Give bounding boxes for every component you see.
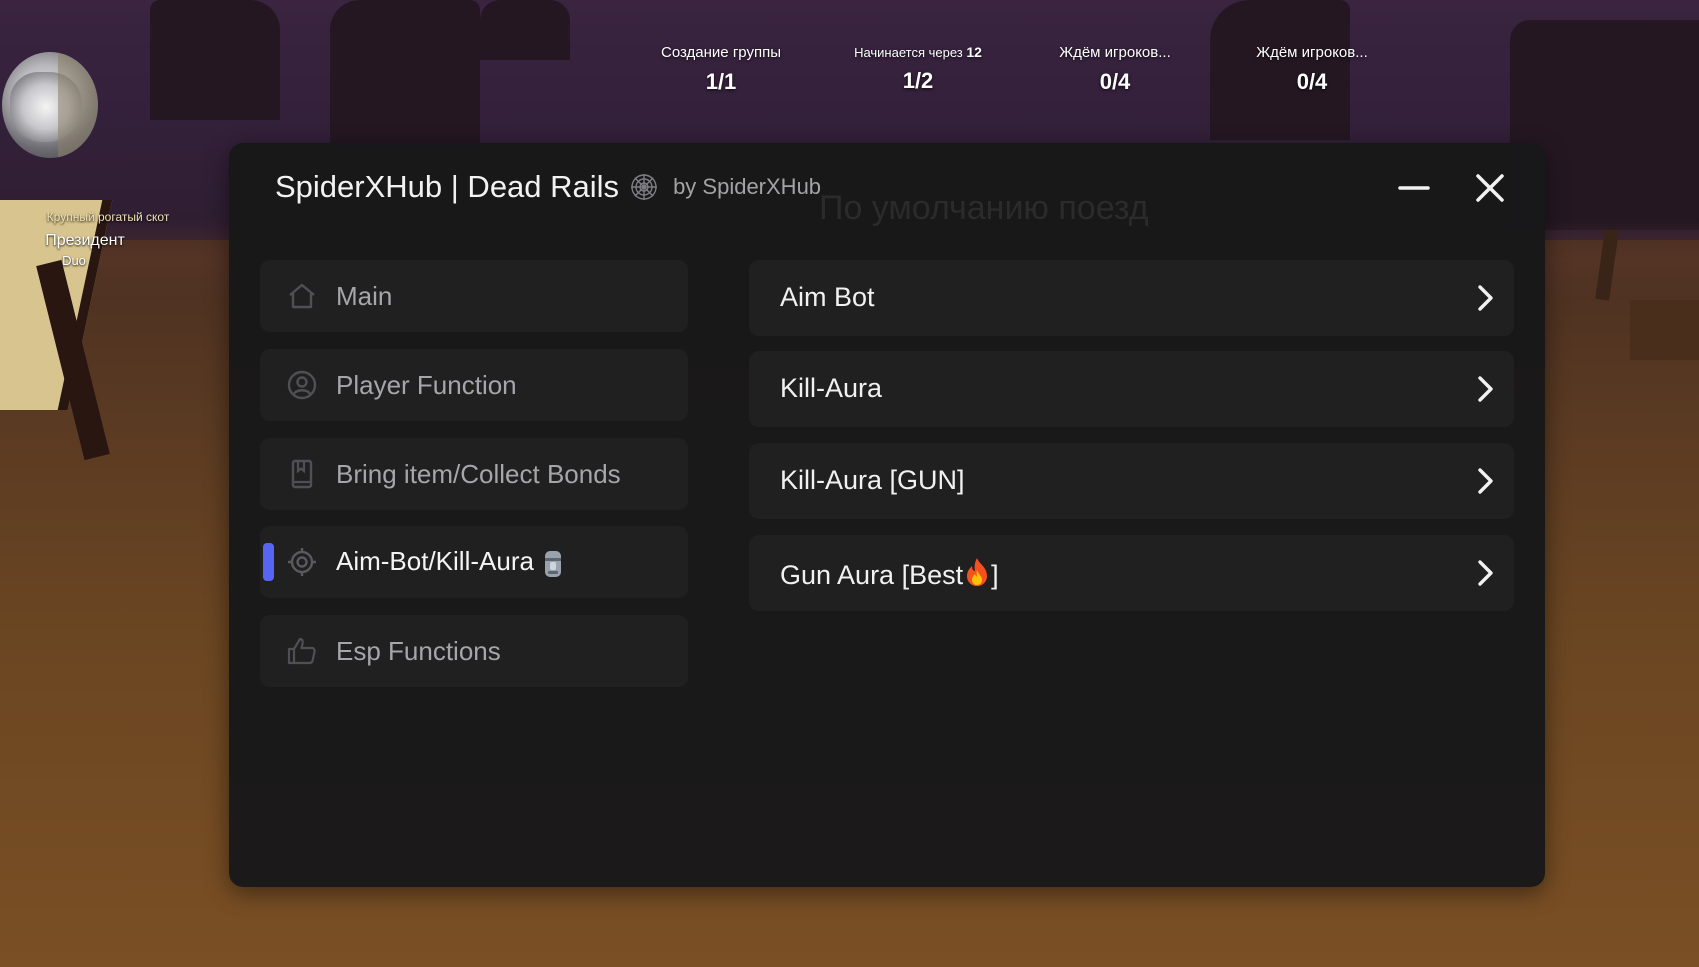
chevron-right-icon: [1478, 468, 1493, 494]
window-subtitle: by SpiderXHub: [673, 174, 822, 199]
sidebar-item-esp[interactable]: Esp Functions: [260, 615, 688, 687]
player-name: Президент: [45, 232, 125, 249]
queue-countdown: 12: [966, 44, 982, 60]
queue-count: 1/2: [902, 68, 934, 93]
rock-formation: [480, 0, 570, 60]
function-kill-aura[interactable]: Kill-Aura: [749, 351, 1514, 427]
fence-post: [1630, 300, 1699, 360]
chevron-right-icon: [1478, 560, 1493, 586]
function-label: Aim Bot: [780, 282, 875, 312]
sidebar-item-label-wrap: Aim-Bot/Kill-Aura: [336, 546, 564, 577]
sidebar-item-label: Aim-Bot/Kill-Aura: [336, 546, 534, 577]
home-icon: [289, 283, 315, 309]
window-title: SpiderXHub | Dead Rails: [275, 169, 620, 204]
title-bar: SpiderXHub | Dead Rails by SpiderXHub: [275, 165, 821, 209]
close-icon: [1476, 174, 1504, 202]
function-label-suffix: ]: [991, 560, 999, 590]
queue-label-text: Начинается через: [854, 45, 963, 60]
close-button[interactable]: [1469, 167, 1511, 209]
moai-icon: [544, 550, 561, 577]
queue-status: Начинается через 12 1/2: [828, 44, 1008, 94]
player-title: Крупный рогатый скот: [46, 210, 170, 224]
thumbs-up-icon: [287, 637, 316, 665]
function-aim-bot[interactable]: Aim Bot: [749, 260, 1514, 336]
sidebar-item-main[interactable]: Main: [260, 260, 688, 332]
queue-count: 0/4: [1099, 69, 1131, 94]
player-team: Duo: [62, 253, 86, 268]
minimize-icon: [1398, 186, 1430, 190]
sidebar-item-aim-bot[interactable]: Aim-Bot/Kill-Aura: [260, 526, 688, 598]
queue-status: Создание группы 1/1: [631, 44, 811, 95]
sidebar-item-label: Main: [336, 280, 393, 311]
rock-formation: [150, 0, 280, 120]
queue-label: Создание группы: [661, 44, 781, 61]
minimize-button[interactable]: [1393, 167, 1435, 209]
chevron-right-icon: [1478, 376, 1493, 402]
user-circle-icon: [287, 370, 317, 400]
hub-window: По умолчанию поезд SpiderXHub | Dead Rai…: [229, 143, 1545, 887]
sidebar-item-label: Player Function: [336, 369, 517, 400]
queue-label: Ждём игроков...: [1256, 44, 1368, 61]
queue-count: 0/4: [1296, 69, 1328, 94]
function-label: Gun Aura [Best: [780, 560, 964, 590]
fire-icon: [967, 558, 988, 586]
function-label: Kill-Aura: [780, 373, 883, 403]
target-icon: [288, 548, 316, 576]
queue-label: Начинается через 12: [828, 44, 1008, 60]
function-label-wrap: Gun Aura [Best ]: [780, 557, 999, 591]
function-gun-aura-best[interactable]: Gun Aura [Best ]: [749, 535, 1514, 611]
queue-status: Ждём игроков... 0/4: [1222, 44, 1402, 95]
background-world-text: По умолчанию поезд: [819, 189, 1149, 227]
active-indicator: [263, 543, 274, 581]
queue-label: Ждём игроков...: [1059, 44, 1171, 61]
queue-status: Ждём игроков... 0/4: [1025, 44, 1205, 95]
sidebar-item-label: Bring item/Collect Bonds: [336, 458, 621, 489]
sidebar-item-player-function[interactable]: Player Function: [260, 349, 688, 421]
sidebar-item-bring-item[interactable]: Bring item/Collect Bonds: [260, 438, 688, 510]
function-kill-aura-gun[interactable]: Kill-Aura [GUN]: [749, 443, 1514, 519]
rock-formation: [330, 0, 480, 150]
sidebar-item-label: Esp Functions: [336, 635, 501, 666]
avatar-shade: [58, 52, 98, 158]
bookmark-icon: [291, 459, 313, 489]
spider-web-icon: [631, 174, 658, 200]
player-avatar: [2, 52, 98, 158]
function-label: Kill-Aura [GUN]: [780, 465, 965, 495]
chevron-right-icon: [1478, 285, 1493, 311]
queue-count: 1/1: [705, 69, 737, 94]
